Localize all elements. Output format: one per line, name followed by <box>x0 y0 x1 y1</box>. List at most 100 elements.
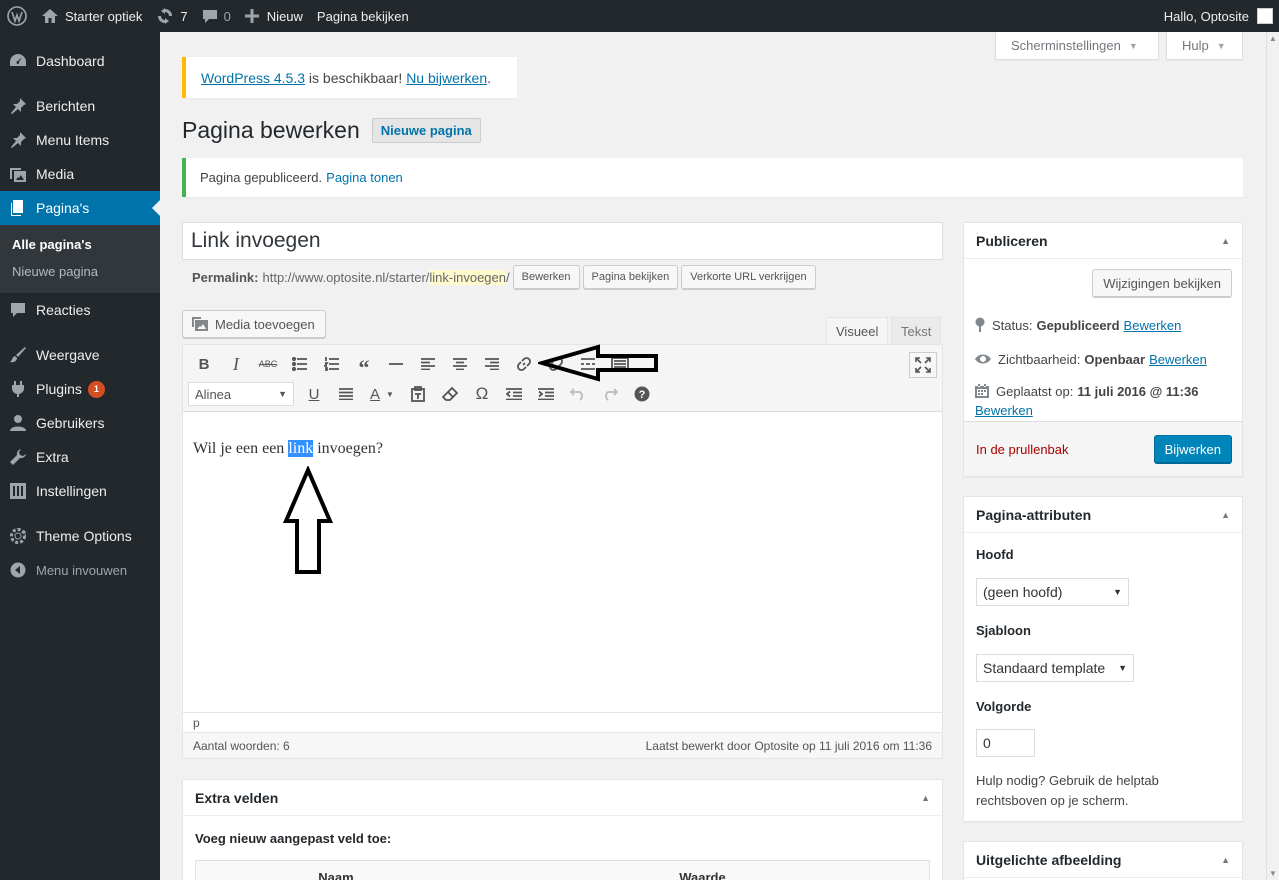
date-edit-link[interactable]: Bewerken <box>975 403 1232 418</box>
menu-berichten[interactable]: Berichten <box>0 89 160 123</box>
paste-text-icon[interactable] <box>402 379 434 409</box>
custom-fields-header[interactable]: Extra velden ▲ <box>183 780 942 816</box>
wordpress-logo-icon[interactable] <box>0 0 34 32</box>
menu-menu-items[interactable]: Menu Items <box>0 123 160 157</box>
help-label: Hulp <box>1182 38 1209 53</box>
bold-icon[interactable]: B <box>188 349 220 379</box>
undo-icon[interactable] <box>562 379 594 409</box>
parent-select[interactable]: (geen hoofd) ▼ <box>976 578 1129 606</box>
order-input[interactable]: 0 <box>976 729 1035 757</box>
template-select[interactable]: Standaard template ▼ <box>976 654 1134 682</box>
caret-down-icon: ▼ <box>1113 587 1122 597</box>
caret-down-icon: ▼ <box>1128 40 1138 51</box>
menu-extra[interactable]: Extra <box>0 440 160 474</box>
featured-image-header[interactable]: Uitgelichte afbeelding ▲ <box>964 842 1242 878</box>
horizontal-line-icon[interactable] <box>380 349 412 379</box>
align-center-icon[interactable] <box>444 349 476 379</box>
align-left-icon[interactable] <box>412 349 444 379</box>
custom-fields-add-label: Voeg nieuw aangepast veld toe: <box>195 831 392 846</box>
clear-formatting-icon[interactable] <box>434 379 466 409</box>
menu-instellingen[interactable]: Instellingen <box>0 474 160 508</box>
visibility-edit-link[interactable]: Bewerken <box>1149 352 1207 367</box>
editor-info-bar: Aantal woorden: 6 Laatst bewerkt door Op… <box>183 732 942 758</box>
caret-up-icon[interactable]: ▲ <box>1221 236 1230 246</box>
scroll-down-icon[interactable]: ▼ <box>1269 869 1277 878</box>
fullscreen-button[interactable] <box>909 352 937 378</box>
indent-icon[interactable] <box>530 379 562 409</box>
tab-text[interactable]: Tekst <box>891 317 942 345</box>
menu-theme-options[interactable]: Theme Options <box>0 519 160 553</box>
my-account[interactable]: Hallo, Optosite <box>1157 0 1279 32</box>
caret-down-icon: ▼ <box>1118 663 1127 673</box>
permalink-slug[interactable]: link-invoegen <box>429 269 506 285</box>
menu-plugins[interactable]: Plugins 1 <box>0 372 160 406</box>
date-label: Geplaatst op: <box>996 383 1074 399</box>
preview-changes-button[interactable]: Wijzigingen bekijken <box>1092 269 1232 297</box>
page-title: Pagina bewerken <box>182 117 360 143</box>
insert-link-icon[interactable] <box>508 349 540 379</box>
bullet-list-icon[interactable] <box>284 349 316 379</box>
shortlink-button[interactable]: Verkorte URL verkrijgen <box>681 265 816 289</box>
update-button[interactable]: Bijwerken <box>1153 435 1232 463</box>
view-page-notice-link[interactable]: Pagina tonen <box>326 170 403 185</box>
page-attributes-header[interactable]: Pagina-attributen ▲ <box>964 497 1242 533</box>
strikethrough-icon[interactable]: ABC <box>252 349 284 379</box>
menu-reacties[interactable]: Reacties <box>0 293 160 327</box>
featured-image-box: Uitgelichte afbeelding ▲ <box>963 841 1243 880</box>
content-text-after: invoegen? <box>313 440 383 457</box>
menu-collapse[interactable]: Menu invouwen <box>0 553 160 587</box>
outdent-icon[interactable] <box>498 379 530 409</box>
site-name-link[interactable]: Starter optiek <box>34 0 149 32</box>
menu-dashboard[interactable]: Dashboard <box>0 44 160 78</box>
menu-paginas[interactable]: Pagina's <box>0 191 160 225</box>
comments-link[interactable]: 0 <box>195 0 238 32</box>
help-button[interactable]: Hulp ▼ <box>1166 32 1243 60</box>
submenu-all-pages[interactable]: Alle pagina's <box>0 231 160 258</box>
caret-up-icon[interactable]: ▲ <box>1221 510 1230 520</box>
redo-icon[interactable] <box>594 379 626 409</box>
add-new-page-button[interactable]: Nieuwe pagina <box>371 118 481 143</box>
trash-link[interactable]: In de prullenbak <box>976 442 1069 457</box>
screen-options-button[interactable]: Scherminstellingen ▼ <box>995 32 1159 60</box>
numbered-list-icon[interactable] <box>316 349 348 379</box>
italic-icon[interactable]: I <box>220 349 252 379</box>
view-page-link[interactable]: Pagina bekijken <box>310 0 416 32</box>
align-right-icon[interactable] <box>476 349 508 379</box>
special-character-icon[interactable]: Ω <box>466 379 498 409</box>
menu-label: Instellingen <box>36 483 107 499</box>
status-edit-link[interactable]: Bewerken <box>1124 318 1182 333</box>
menu-label: Menu Items <box>36 132 110 148</box>
status-label: Status: <box>992 317 1033 333</box>
text-color-icon[interactable]: A ▼ <box>362 379 402 409</box>
collapse-label: Menu invouwen <box>36 562 128 578</box>
caret-up-icon[interactable]: ▲ <box>1221 855 1230 865</box>
dashboard-icon <box>8 51 28 71</box>
add-media-button[interactable]: Media toevoegen <box>182 310 326 338</box>
justify-icon[interactable] <box>330 379 362 409</box>
permalink-view-button[interactable]: Pagina bekijken <box>582 265 679 289</box>
updates-link[interactable]: 7 <box>149 0 194 32</box>
scroll-up-icon[interactable]: ▲ <box>1269 34 1277 43</box>
tab-visual[interactable]: Visueel <box>826 317 889 345</box>
menu-media[interactable]: Media <box>0 157 160 191</box>
visibility-row: Zichtbaarheid: Openbaar Bewerken <box>974 343 1232 375</box>
menu-label: Dashboard <box>36 53 105 69</box>
menu-weergave[interactable]: Weergave <box>0 338 160 372</box>
caret-down-icon: ▼ <box>278 389 287 399</box>
update-now-link[interactable]: Nu bijwerken <box>406 70 487 86</box>
publish-header[interactable]: Publiceren ▲ <box>964 223 1242 259</box>
updates-count: 7 <box>180 8 188 24</box>
new-content-link[interactable]: Nieuw <box>238 0 310 32</box>
format-select[interactable]: Alinea ▼ <box>188 382 294 406</box>
menu-gebruikers[interactable]: Gebruikers <box>0 406 160 440</box>
blockquote-icon[interactable]: “ <box>348 349 380 379</box>
underline-icon[interactable]: U <box>298 379 330 409</box>
caret-up-icon[interactable]: ▲ <box>921 793 930 803</box>
keyboard-shortcuts-icon[interactable]: ? <box>626 379 658 409</box>
page-attributes-title: Pagina-attributen <box>976 506 1092 523</box>
wordpress-version-link[interactable]: WordPress 4.5.3 <box>201 70 305 86</box>
submenu-new-page[interactable]: Nieuwe pagina <box>0 258 160 285</box>
post-title-input[interactable]: Link invoegen <box>182 222 943 260</box>
scrollbar[interactable]: ▲ ▼ <box>1266 32 1279 880</box>
permalink-edit-button[interactable]: Bewerken <box>512 265 580 289</box>
